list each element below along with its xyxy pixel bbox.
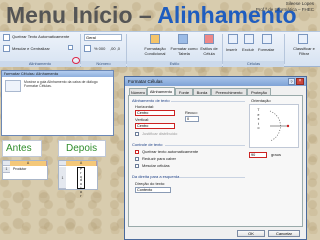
orientation-label: Orientação <box>251 98 271 103</box>
merge-center-button[interactable]: Mesclar e Centralizar <box>12 46 50 51</box>
author-credit: Sileese Lopes Prof.ª de Informática – FH… <box>256 1 314 12</box>
ok-button[interactable]: OK <box>237 230 265 237</box>
section-text-control: Controle de texto <box>132 142 163 147</box>
vertical-cell-value[interactable]: P r o d u t o r <box>77 167 85 197</box>
screentip-window: Formatar Células: Alinhamento Mostrar a … <box>1 70 114 136</box>
conditional-formatting-button[interactable]: Formatação Condicional <box>140 46 170 56</box>
dropdown-arrow-icon[interactable] <box>68 45 73 50</box>
before-label: Antes <box>6 143 32 154</box>
corner-cell <box>59 161 66 166</box>
slide-title: Menu Início – Alinhamento <box>6 0 297 30</box>
orientation-vertical-text[interactable]: T e x t o <box>257 108 260 131</box>
excel-ribbon: Quebrar Texto Automaticamente Mesclar e … <box>0 31 320 67</box>
title-prefix: Menu Início – <box>6 2 158 28</box>
after-label: Depois <box>66 143 98 154</box>
sort-filter-button[interactable]: Classificar e Filtrar <box>288 46 320 56</box>
wrap-text-button[interactable]: Quebrar Texto Automaticamente <box>12 34 69 39</box>
ribbon-separator <box>126 34 127 64</box>
indent-stepper[interactable]: 0 <box>185 116 199 122</box>
section-divider <box>165 145 245 146</box>
before-example-sheet: A 1 Produtor <box>2 160 48 180</box>
corner-cell <box>3 161 10 166</box>
row-header: 1 <box>3 167 10 173</box>
delete-icon[interactable] <box>244 34 254 44</box>
tab-alignment[interactable]: Alinhamento <box>147 87 175 95</box>
section-divider <box>179 177 245 178</box>
format-cells-dialog: Formatar Células ? × Número Alinhamento … <box>124 76 307 240</box>
justify-distributed-label: Justificar distribuído <box>142 131 178 136</box>
indent-label: Recuo: <box>185 110 198 115</box>
tab-number[interactable]: Número <box>129 88 147 95</box>
tab-protection[interactable]: Proteção <box>247 88 271 95</box>
wrap-text-checkbox[interactable] <box>135 150 139 154</box>
format-table-icon[interactable] <box>178 34 188 44</box>
group-cells-label: Células <box>223 61 284 67</box>
screentip-text: Mostrar a guia Alinhamento da caixa de d… <box>24 80 98 89</box>
help-button[interactable]: ? <box>288 78 295 85</box>
justify-distributed-checkbox[interactable] <box>135 132 139 136</box>
column-header: A <box>66 161 97 166</box>
after-example-sheet: A 1 P r o d u t o r <box>58 160 98 197</box>
ribbon-separator <box>80 34 81 64</box>
section-text-alignment: Alinhamento de texto <box>132 98 170 103</box>
section-rtl: Da direita para a esquerda <box>132 174 180 179</box>
orientation-dial-icon[interactable] <box>268 109 294 143</box>
vertical-label: Vertical: <box>135 117 150 122</box>
shrink-to-fit-label: Reduzir para caber <box>142 156 177 161</box>
ribbon-separator <box>284 34 285 64</box>
degrees-input[interactable]: 90 <box>249 152 267 158</box>
screentip-title: Formatar Células: Alinhamento <box>2 71 113 77</box>
currency-icon[interactable] <box>84 45 91 52</box>
number-format-select[interactable]: Geral <box>84 34 122 41</box>
tab-fill[interactable]: Preenchimento <box>211 88 247 95</box>
group-styles-label: Estilo <box>127 61 222 67</box>
row-header: 1 <box>59 167 66 189</box>
degrees-label: graus <box>271 152 282 157</box>
cell-styles-button[interactable]: Estilos de Célula <box>198 46 220 56</box>
wrap-text-label: Quebrar texto automaticamente <box>142 149 199 154</box>
close-button[interactable]: × <box>296 78 304 85</box>
merge-center-icon <box>3 45 10 52</box>
wrap-text-icon <box>3 34 10 41</box>
sort-filter-icon[interactable] <box>298 34 308 44</box>
cell-styles-icon[interactable] <box>204 34 214 44</box>
format-icon[interactable] <box>262 34 272 44</box>
ribbon-separator <box>222 34 223 64</box>
delete-button[interactable]: Excluir <box>242 47 254 52</box>
alignment-dialog-launcher[interactable] <box>72 57 80 64</box>
merge-cells-label: Mesclar células <box>142 163 170 168</box>
shrink-to-fit-checkbox[interactable] <box>135 157 139 161</box>
tab-border[interactable]: Borda <box>193 88 211 95</box>
format-table-button[interactable]: Formatar como Tabela <box>170 46 198 56</box>
dialog-preview-icon <box>5 80 21 92</box>
text-direction-select[interactable]: Contexto <box>135 187 171 193</box>
cancel-button[interactable]: Cancelar <box>268 230 300 237</box>
merge-cells-checkbox[interactable] <box>135 164 139 168</box>
section-divider <box>171 101 245 102</box>
group-number-label: Número <box>81 61 126 67</box>
column-header: A <box>10 161 47 166</box>
group-alignment-label: Alinhamento <box>0 61 80 67</box>
number-symbols[interactable]: % 000 <box>94 46 105 51</box>
format-button[interactable]: Formatar <box>258 47 274 52</box>
horizontal-label: Horizontal: <box>135 104 155 109</box>
insert-button[interactable]: Inserir <box>226 47 237 52</box>
horizontal-select[interactable]: Centro <box>135 110 175 116</box>
vertical-select[interactable]: Centro <box>135 123 175 129</box>
alignment-tab-panel: Alinhamento de texto Horizontal: Centro … <box>128 95 303 227</box>
cell-value[interactable]: Produtor <box>13 167 26 172</box>
tab-font[interactable]: Fonte <box>175 88 193 95</box>
orientation-control[interactable]: T e x t o <box>249 104 299 148</box>
insert-icon[interactable] <box>228 34 238 44</box>
dialog-title: Formatar Células <box>125 77 306 86</box>
conditional-formatting-icon[interactable] <box>150 34 160 44</box>
text-direction-label: Direção do texto: <box>135 181 166 186</box>
author-role: Prof.ª de Informática – FHEC <box>255 6 314 12</box>
decimal-buttons[interactable]: ,00 ,0 <box>110 46 120 51</box>
